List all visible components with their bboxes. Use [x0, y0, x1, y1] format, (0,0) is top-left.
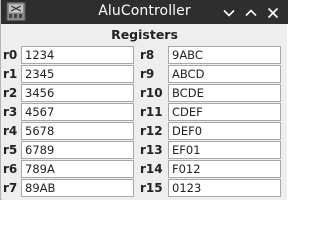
register-label-r3: r3 [3, 105, 18, 119]
register-field-r12[interactable]: DEF0 [168, 122, 281, 140]
register-field-r0[interactable]: 1234 [21, 46, 134, 64]
register-field-r10[interactable]: BCDE [168, 84, 281, 102]
register-label-r2: r2 [3, 86, 18, 100]
register-label-r4: r4 [3, 124, 18, 138]
register-label-r9: r9 [140, 67, 155, 81]
register-field-r13[interactable]: EF01 [168, 141, 281, 159]
register-field-r9[interactable]: ABCD [168, 65, 281, 83]
title-bar[interactable]: AluController [1, 0, 288, 24]
register-field-r1[interactable]: 2345 [21, 65, 134, 83]
register-field-r3[interactable]: 4567 [21, 103, 134, 121]
chevron-up-icon [245, 9, 257, 17]
register-label-r1: r1 [3, 67, 18, 81]
register-label-r5: r5 [3, 143, 18, 157]
register-label-r13: r13 [140, 143, 163, 157]
register-label-r7: r7 [3, 181, 18, 195]
register-field-r14[interactable]: F012 [168, 160, 281, 178]
register-label-r8: r8 [140, 48, 155, 62]
register-field-r6[interactable]: 789A [21, 160, 134, 178]
minimize-button[interactable] [222, 5, 236, 19]
register-field-r5[interactable]: 6789 [21, 141, 134, 159]
register-label-r6: r6 [3, 162, 18, 176]
register-label-r14: r14 [140, 162, 163, 176]
register-label-r0: r0 [3, 48, 18, 62]
close-icon [267, 7, 279, 19]
register-field-r2[interactable]: 3456 [21, 84, 134, 102]
register-field-r4[interactable]: 5678 [21, 122, 134, 140]
panel-heading: Registers [111, 27, 178, 42]
register-label-r12: r12 [140, 124, 163, 138]
register-field-r8[interactable]: 9ABC [168, 46, 281, 64]
app-window: AluController Registers r0 1234 r1 2345 … [0, 0, 288, 200]
register-field-r7[interactable]: 89AB [21, 179, 134, 197]
register-label-r15: r15 [140, 181, 163, 195]
close-button[interactable] [266, 5, 280, 19]
chevron-down-icon [223, 9, 235, 17]
register-label-r11: r11 [140, 105, 163, 119]
maximize-button[interactable] [244, 5, 258, 19]
registers-panel: Registers r0 1234 r1 2345 r2 3456 r3 456… [2, 24, 287, 200]
register-field-r11[interactable]: CDEF [168, 103, 281, 121]
register-field-r15[interactable]: 0123 [168, 179, 281, 197]
register-label-r10: r10 [140, 86, 163, 100]
